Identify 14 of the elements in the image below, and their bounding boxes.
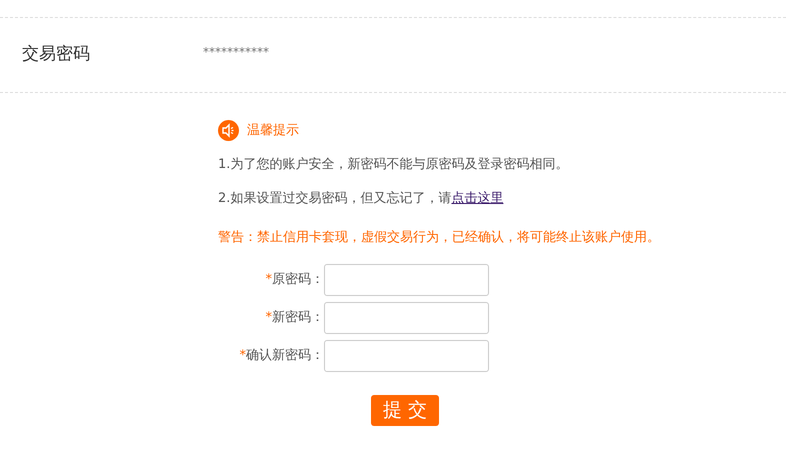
password-field[interactable] (324, 340, 489, 372)
notice-title: 温馨提示 (247, 122, 299, 140)
field-label: *确认新密码： (238, 346, 324, 365)
field-label: *原密码： (264, 270, 324, 289)
click-here-link[interactable]: 点击这里 (451, 190, 504, 206)
field-label: *新密码： (264, 308, 324, 327)
password-field[interactable] (324, 302, 489, 334)
row-label: 交易密码 (21, 43, 91, 66)
warning-text: 警告：禁止信用卡套现，虚假交易行为，已经确认，将可能终止该账户使用。 (218, 229, 661, 247)
masked-password: *********** (203, 44, 269, 61)
notice-text: 1.为了您的账户安全，新密码不能与原密码及登录密码相同。 (218, 156, 570, 174)
speaker-icon (218, 120, 239, 141)
notice-text: 2.如果设置过交易密码，但又忘记了，请点击这里 (218, 190, 504, 208)
password-field[interactable] (324, 264, 489, 296)
